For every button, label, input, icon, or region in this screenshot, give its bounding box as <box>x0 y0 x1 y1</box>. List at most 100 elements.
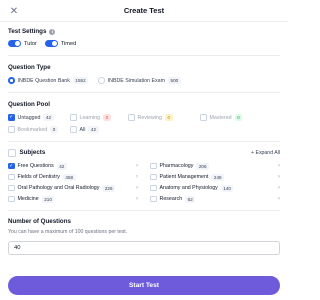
checkbox[interactable] <box>150 173 157 181</box>
pool-option-bookmarked[interactable]: Bookmarked 0 <box>8 126 70 133</box>
subject-oral-pathology[interactable]: Oral Pathology and Oral Radiology 226 › <box>8 183 138 194</box>
subject-name: Anatomy and Physiology <box>159 185 218 191</box>
option-label: Mastered <box>209 114 232 121</box>
number-of-questions-title: Number of Questions <box>8 217 71 225</box>
number-of-questions-input[interactable]: 40 <box>8 240 280 255</box>
question-pool-row-2: Bookmarked 0 All 42 <box>8 126 280 133</box>
checkbox[interactable] <box>8 126 15 133</box>
expand-all-button[interactable]: + Expand All <box>251 150 280 156</box>
option-label: All <box>79 126 86 133</box>
question-type-option-simulation[interactable]: INBDE Simulation Exam 500 <box>98 77 181 84</box>
option-label: Bookmarked <box>17 126 48 133</box>
test-settings-label: Test Settings <box>8 28 47 35</box>
radio-unselected[interactable] <box>98 77 105 84</box>
divider <box>8 55 280 56</box>
modal-header: ✕ Create Test <box>0 0 288 22</box>
count-badge: 140 <box>220 184 234 192</box>
subject-anatomy-physiology[interactable]: Anatomy and Physiology 140 › <box>150 183 280 194</box>
checkbox-checked[interactable]: ✓ <box>8 162 15 170</box>
question-type-section: Question Type INBDE Question Bank 1552 I… <box>0 64 288 84</box>
subjects-section: Subjects + Expand All ✓ Free Questions 4… <box>0 149 288 205</box>
count-badge: 206 <box>196 162 210 170</box>
checkbox[interactable] <box>128 114 135 121</box>
pool-option-mastered[interactable]: Mastered 0 <box>200 114 243 121</box>
divider <box>8 209 280 211</box>
timed-label: Timed <box>60 40 77 47</box>
subject-patient-management[interactable]: Patient Management 248 › <box>150 172 280 183</box>
count-badge: 0 <box>164 114 173 121</box>
checkbox[interactable] <box>200 114 207 121</box>
checkbox[interactable] <box>8 173 15 181</box>
test-settings-title: Test Settings i <box>8 28 280 35</box>
subject-name: Research <box>159 196 183 202</box>
subject-free-questions[interactable]: ✓ Free Questions 42 › <box>8 161 138 172</box>
checkbox[interactable] <box>150 162 157 170</box>
subject-fields-of-dentistry[interactable]: Fields of Dentistry 458 › <box>8 172 138 183</box>
subject-name: Medicine <box>17 196 39 202</box>
pool-option-learning[interactable]: Learning 0 <box>70 114 128 121</box>
count-badge: 226 <box>102 184 116 192</box>
question-pool-row-1: ✓ Untagged 42 Learning 0 Reviewing 0 Mas… <box>8 114 280 121</box>
checkbox[interactable] <box>8 195 15 203</box>
checkbox[interactable] <box>150 195 157 203</box>
option-label: Untagged <box>17 114 41 121</box>
chevron-right-icon[interactable]: › <box>136 174 138 180</box>
chevron-right-icon[interactable]: › <box>278 163 280 169</box>
count-badge: 458 <box>62 173 76 181</box>
subject-name: Patient Management <box>159 174 209 180</box>
count-badge: 1552 <box>72 77 89 84</box>
checkbox[interactable] <box>70 114 77 121</box>
test-settings-toggles: Tutor Timed <box>8 40 280 47</box>
timed-toggle-group: Timed <box>44 40 77 47</box>
pool-option-untagged[interactable]: ✓ Untagged 42 <box>8 114 70 121</box>
question-pool-section: Question Pool ✓ Untagged 42 Learning 0 R… <box>0 101 288 133</box>
checkbox[interactable] <box>8 184 15 192</box>
subjects-select-all-checkbox[interactable] <box>8 149 16 157</box>
tutor-toggle[interactable] <box>8 40 21 47</box>
chevron-right-icon[interactable]: › <box>136 185 138 191</box>
start-test-button[interactable]: Start Test <box>8 276 280 295</box>
count-badge: 42 <box>43 114 54 121</box>
tutor-label: Tutor <box>24 40 37 47</box>
count-badge: 500 <box>168 77 181 84</box>
count-badge: 42 <box>56 162 67 170</box>
subject-medicine[interactable]: Medicine 210 › <box>8 194 138 205</box>
pool-option-reviewing[interactable]: Reviewing 0 <box>128 114 200 121</box>
chevron-right-icon[interactable]: › <box>278 196 280 202</box>
divider <box>8 141 280 142</box>
count-badge: 0 <box>50 126 58 133</box>
checkbox[interactable] <box>70 126 77 133</box>
chevron-right-icon[interactable]: › <box>136 196 138 202</box>
subjects-title-group: Subjects <box>8 149 45 157</box>
question-pool-title: Question Pool <box>8 101 50 108</box>
radio-selected[interactable] <box>8 77 15 84</box>
number-of-questions-helper: You can have a maximum of 100 questions … <box>8 228 128 235</box>
option-label: Learning <box>79 114 101 121</box>
checkbox[interactable] <box>150 184 157 192</box>
option-label: INBDE Simulation Exam <box>107 77 166 84</box>
count-badge: 0 <box>103 114 111 121</box>
count-badge: 62 <box>185 195 196 203</box>
modal-title: Create Test <box>123 6 165 15</box>
subjects-header: Subjects + Expand All <box>8 149 280 157</box>
subject-name: Oral Pathology and Oral Radiology <box>17 185 100 191</box>
question-type-option-qbank[interactable]: INBDE Question Bank 1552 <box>8 77 89 84</box>
subject-pharmacology[interactable]: Pharmacology 206 › <box>150 161 280 172</box>
option-label: Reviewing <box>137 114 162 121</box>
pool-option-all[interactable]: All 42 <box>70 126 99 133</box>
subject-research[interactable]: Research 62 › <box>150 194 280 205</box>
subject-name: Fields of Dentistry <box>17 174 60 180</box>
chevron-right-icon[interactable]: › <box>278 174 280 180</box>
close-icon[interactable]: ✕ <box>8 5 20 17</box>
timed-toggle[interactable] <box>44 40 58 47</box>
divider <box>8 92 280 93</box>
count-badge: 210 <box>41 195 55 203</box>
option-label: INBDE Question Bank <box>17 77 70 84</box>
checkbox-checked[interactable]: ✓ <box>8 114 15 121</box>
chevron-right-icon[interactable]: › <box>136 163 138 169</box>
question-type-options: INBDE Question Bank 1552 INBDE Simulatio… <box>8 77 280 84</box>
chevron-right-icon[interactable]: › <box>278 185 280 191</box>
subject-name: Pharmacology <box>159 163 194 169</box>
info-icon[interactable]: i <box>49 28 56 35</box>
tutor-toggle-group: Tutor <box>8 40 37 47</box>
